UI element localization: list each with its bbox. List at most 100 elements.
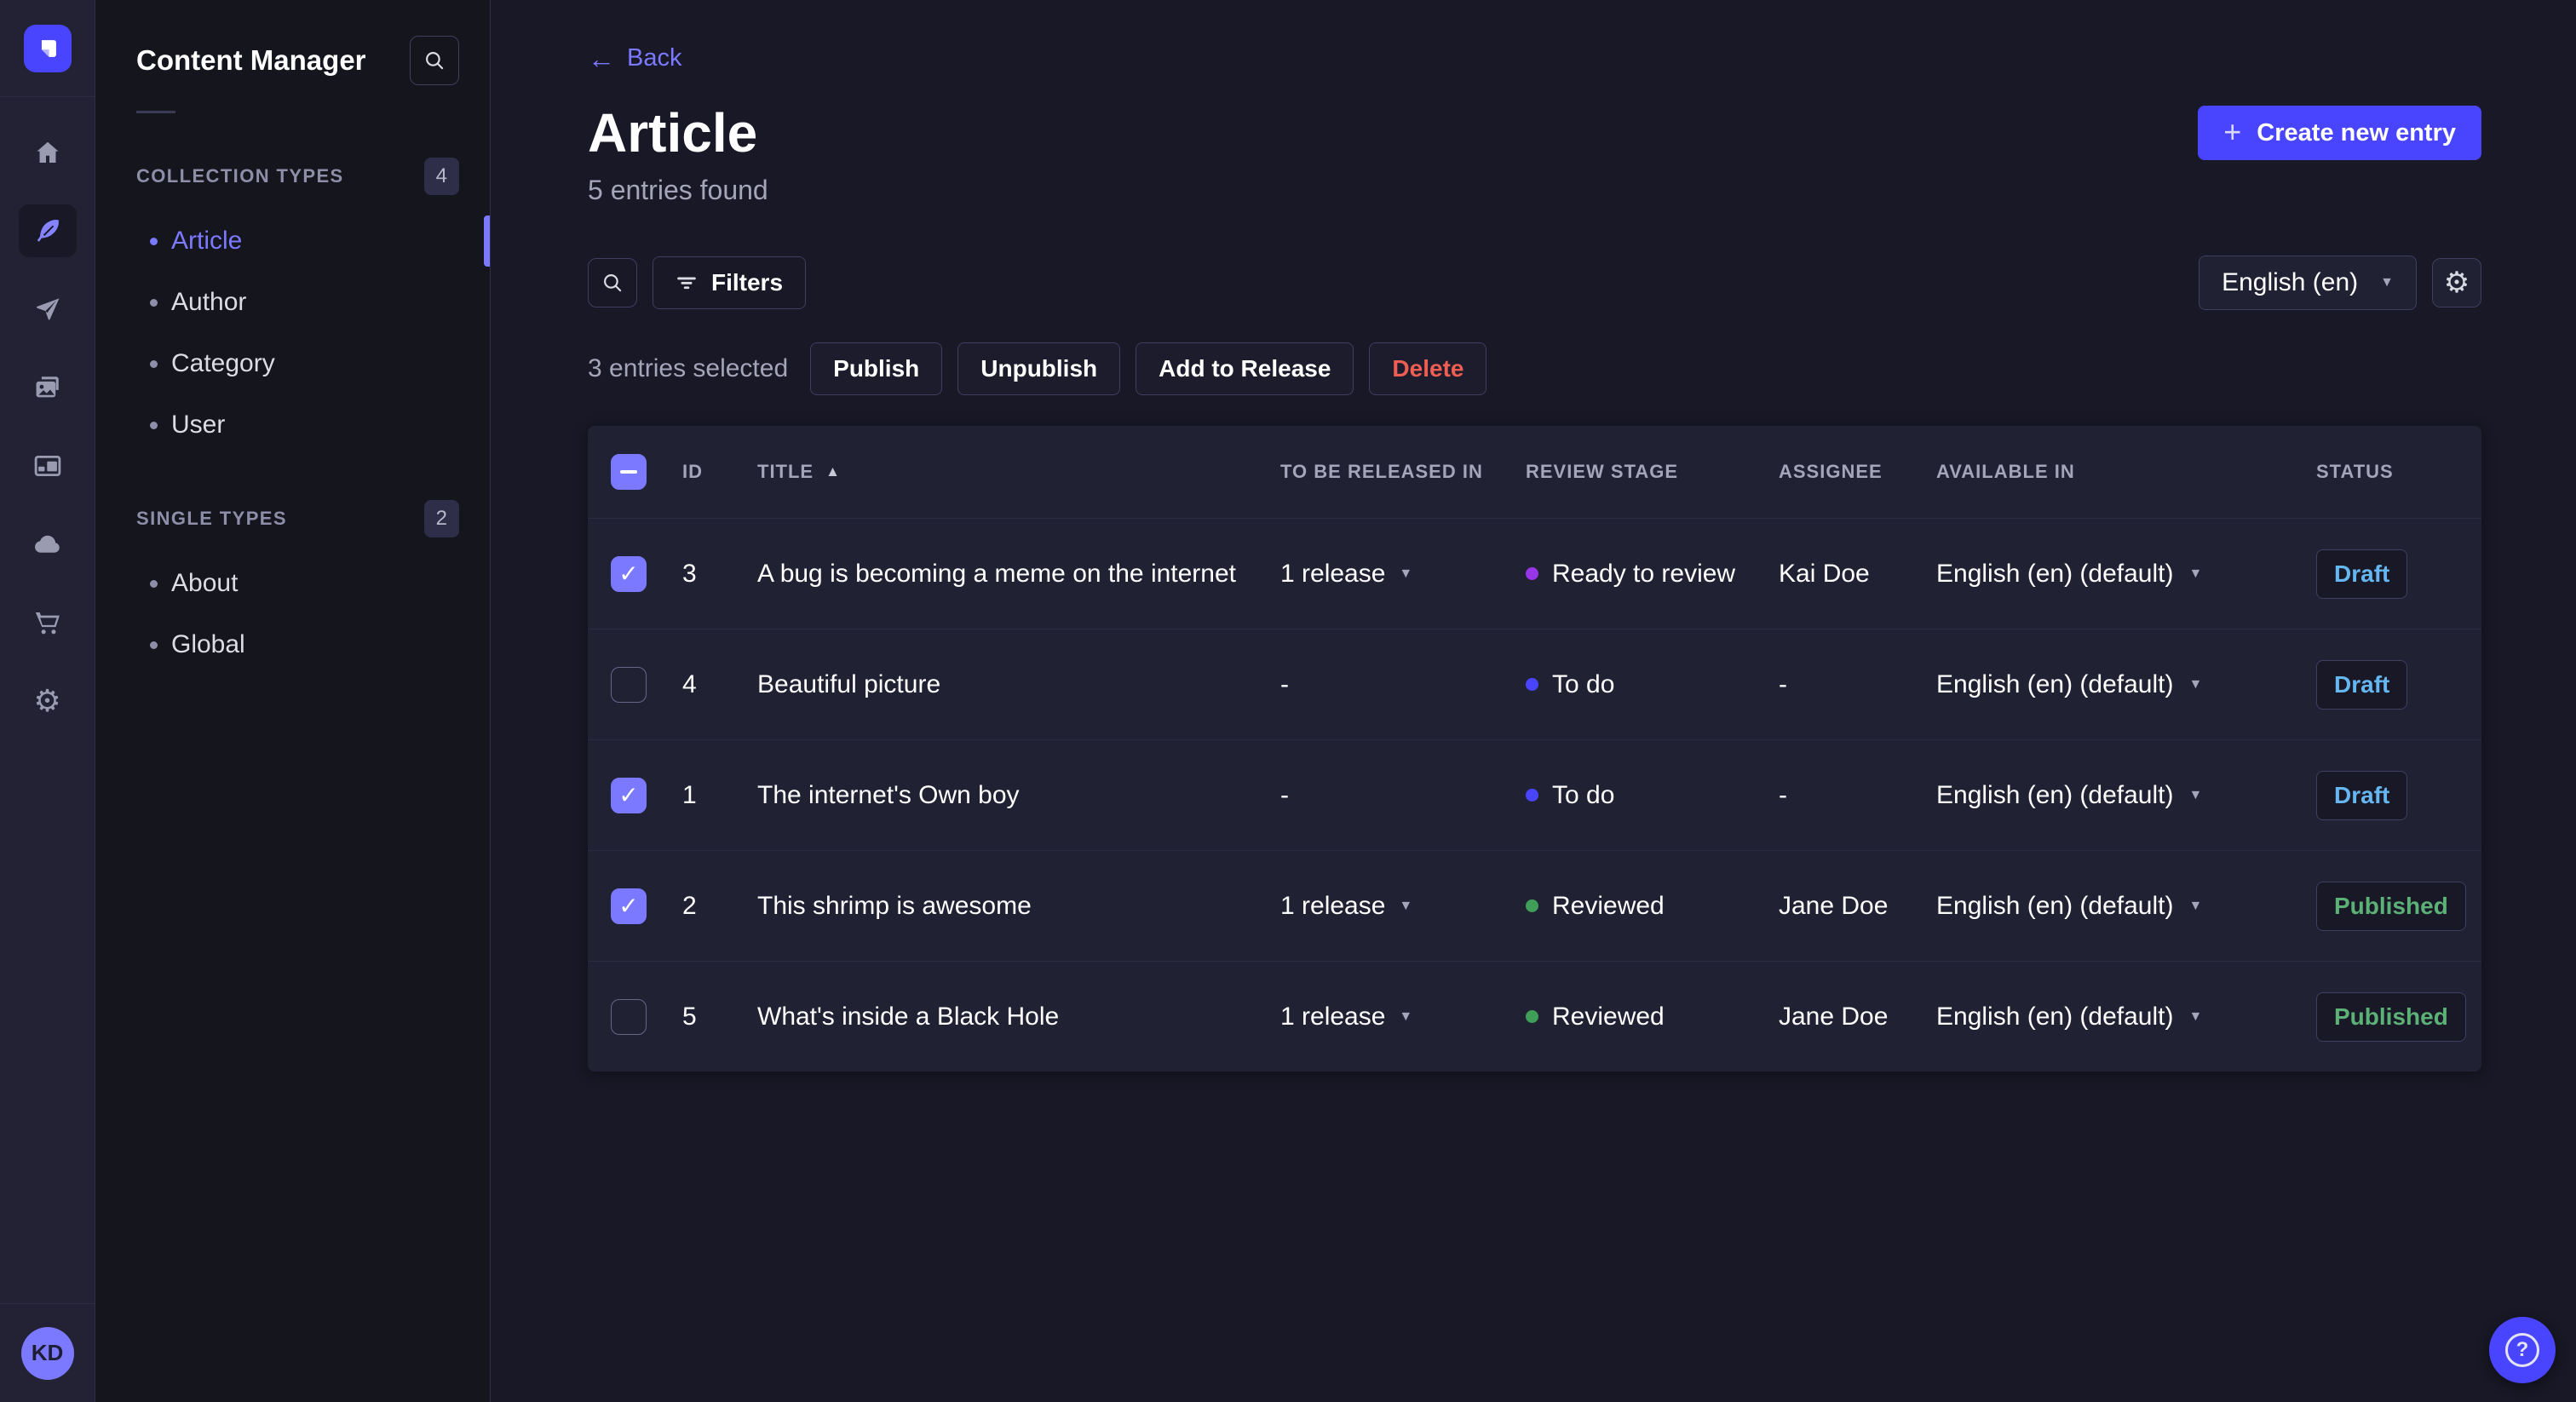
unpublish-button[interactable]: Unpublish [957, 342, 1121, 395]
row-checkbox[interactable]: ✓ [611, 998, 647, 1035]
status-badge: Draft [2316, 770, 2408, 820]
locale-caret: ▼ [2188, 787, 2203, 802]
cell-review-stage: Ready to review [1526, 560, 1779, 589]
strapi-logo[interactable] [23, 24, 72, 72]
help-button[interactable]: ? [2489, 1317, 2556, 1383]
stage-dot-icon [1526, 899, 1538, 912]
row-checkbox[interactable]: ✓ [611, 777, 647, 813]
view-settings-button[interactable]: ⚙ [2432, 258, 2481, 307]
main-navbar: ⚙ KD [0, 0, 95, 1402]
cell-assignee: - [1779, 780, 1787, 809]
status-badge: Published [2316, 991, 2466, 1042]
back-link[interactable]: ← Back [588, 44, 681, 72]
locale-caret: ▼ [2188, 1008, 2203, 1024]
logo-section [0, 0, 95, 97]
sidebar-item-article[interactable]: Article [95, 210, 490, 272]
header-title[interactable]: TITLE ▲ [757, 461, 1280, 483]
deploy-cloud-icon[interactable] [19, 518, 77, 571]
cell-to-be-released-in: - ▼ [1280, 781, 1526, 810]
gear-glyph: ⚙ [33, 683, 61, 718]
content-manager-sidebar: Content Manager COLLECTION TYPES 4 Artic… [95, 0, 491, 1402]
header-to-be-released-in: TO BE RELEASED IN [1280, 461, 1483, 482]
home-icon[interactable] [19, 126, 77, 179]
cell-review-stage: To do [1526, 670, 1779, 699]
row-checkbox[interactable]: ✓ [611, 888, 647, 924]
cell-assignee: - [1779, 669, 1787, 698]
main-content: ← Back Article + Create new entry 5 entr… [491, 0, 2576, 1402]
cell-to-be-released-in[interactable]: 1 release ▼ [1280, 560, 1526, 589]
locale-label: English (en) (default) [1936, 669, 2174, 698]
cell-available-in[interactable]: English (en) (default) ▼ [1936, 670, 2316, 699]
sidebar-item-author[interactable]: Author [95, 272, 490, 333]
publish-button[interactable]: Publish [810, 342, 943, 395]
cell-assignee: Jane Doe [1779, 1002, 1889, 1031]
stage-label: To do [1552, 669, 1615, 698]
filters-button[interactable]: Filters [653, 256, 807, 309]
stage-label: Reviewed [1552, 891, 1665, 920]
cell-available-in[interactable]: English (en) (default) ▼ [1936, 892, 2316, 921]
content-manager-feather-icon[interactable] [18, 204, 77, 257]
cell-id: 4 [682, 669, 697, 698]
sidebar-item-global[interactable]: Global [95, 614, 490, 675]
sidebar-divider [136, 111, 175, 113]
cell-available-in[interactable]: English (en) (default) ▼ [1936, 781, 2316, 810]
check-icon: ✓ [618, 892, 639, 919]
marketplace-cart-icon[interactable] [19, 596, 77, 649]
stage-dot-icon [1526, 1010, 1538, 1023]
check-icon: ✓ [618, 560, 639, 587]
stage-label: To do [1552, 780, 1615, 809]
chevron-down-icon: ▼ [2380, 275, 2394, 290]
sidebar-item-category[interactable]: Category [95, 333, 490, 394]
settings-gear-icon[interactable]: ⚙ [19, 675, 77, 727]
select-all-checkbox[interactable] [611, 454, 647, 490]
media-library-images-icon[interactable] [19, 361, 77, 414]
search-button[interactable] [588, 258, 637, 307]
cell-available-in[interactable]: English (en) (default) ▼ [1936, 560, 2316, 589]
releases-paper-plane-icon[interactable] [19, 283, 77, 336]
plus-icon: + [2223, 113, 2242, 149]
status-badge: Published [2316, 881, 2466, 931]
gear-icon: ⚙ [2443, 267, 2470, 299]
selection-count-text: 3 entries selected [588, 354, 789, 382]
locale-dropdown[interactable]: English (en) ▼ [2199, 256, 2417, 310]
header-status: STATUS [2316, 461, 2394, 482]
collection-types-count-badge: 4 [423, 158, 459, 195]
table-row: ✓ 5 What's inside a Black Hole 1 release… [588, 961, 2481, 1072]
release-label: 1 release [1280, 891, 1386, 920]
sidebar-item-user[interactable]: User [95, 394, 490, 456]
stage-dot-icon [1526, 789, 1538, 802]
locale-label: English (en) (default) [1936, 891, 2174, 920]
user-avatar[interactable]: KD [20, 1326, 74, 1380]
sidebar-item-about[interactable]: About [95, 553, 490, 614]
header-available-in: AVAILABLE IN [1936, 461, 2075, 482]
check-icon: ✓ [618, 781, 639, 808]
entries-table: ID TITLE ▲ TO BE RELEASED IN REVIEW STAG… [588, 426, 2481, 1072]
search-icon [604, 274, 622, 292]
strapi-logo-icon [41, 39, 56, 57]
nav-icon-list: ⚙ [18, 97, 77, 727]
sidebar-search-button[interactable] [410, 36, 459, 85]
header-assignee: ASSIGNEE [1779, 461, 1883, 482]
row-checkbox[interactable]: ✓ [611, 666, 647, 703]
cell-title: This shrimp is awesome [757, 891, 1032, 920]
delete-button[interactable]: Delete [1369, 342, 1487, 395]
sort-asc-icon: ▲ [825, 463, 841, 480]
cell-id: 1 [682, 780, 697, 809]
single-types-label: SINGLE TYPES [136, 508, 287, 529]
cell-available-in[interactable]: English (en) (default) ▼ [1936, 1003, 2316, 1031]
content-type-builder-layout-icon[interactable] [19, 440, 77, 492]
cell-to-be-released-in[interactable]: 1 release ▼ [1280, 892, 1526, 921]
cell-review-stage: Reviewed [1526, 1003, 1779, 1031]
header-review-stage: REVIEW STAGE [1526, 461, 1679, 482]
add-to-release-button[interactable]: Add to Release [1136, 342, 1354, 395]
cell-to-be-released-in[interactable]: 1 release ▼ [1280, 1003, 1526, 1031]
single-types-section: SINGLE TYPES 2 About Global [95, 500, 490, 675]
table-row: ✓ 1 The internet's Own boy - ▼ To do - E… [588, 739, 2481, 850]
page-title: Article [588, 102, 758, 164]
row-checkbox[interactable]: ✓ [611, 555, 647, 592]
stage-dot-icon [1526, 678, 1538, 691]
locale-caret: ▼ [2188, 898, 2203, 913]
table-row: ✓ 2 This shrimp is awesome 1 release ▼ R… [588, 850, 2481, 961]
create-new-entry-button[interactable]: + Create new entry [2198, 106, 2481, 160]
bullet-icon [150, 421, 158, 429]
